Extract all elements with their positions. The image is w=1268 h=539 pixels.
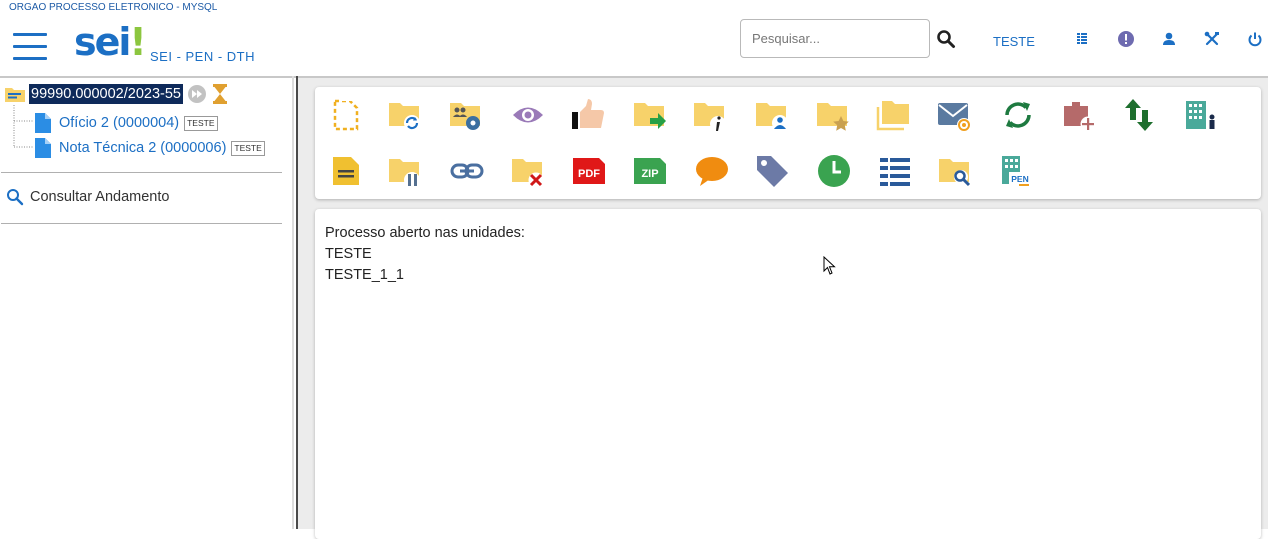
fast-forward-icon[interactable] <box>187 84 207 104</box>
system-subtitle: SEI - PEN - DTH <box>150 49 256 64</box>
up-down-arrows-icon[interactable] <box>1122 98 1156 132</box>
pdf-label: PDF <box>578 168 600 180</box>
note-icon[interactable] <box>329 154 363 188</box>
zip-icon[interactable]: ZIP <box>633 154 667 188</box>
process-info-panel: Processo aberto nas unidades: TESTE TEST… <box>315 209 1261 539</box>
org-title: ORGAO PROCESSO ELETRONICO - MYSQL <box>9 2 218 13</box>
unit-name: TESTE <box>325 246 372 262</box>
link-icon[interactable] <box>450 154 484 188</box>
tree-divider <box>1 223 282 224</box>
process-toolbar: PDF ZIP PEN <box>315 87 1261 199</box>
tree-connector <box>13 105 33 148</box>
document-icon[interactable] <box>35 138 51 158</box>
logo-bang: ! <box>129 20 146 64</box>
folder-reopen-icon[interactable] <box>387 98 421 132</box>
search-icon <box>7 189 24 206</box>
folder-pause-icon[interactable] <box>387 154 421 188</box>
document-icon[interactable] <box>35 113 51 133</box>
mouse-cursor-icon <box>823 256 836 275</box>
alert-icon[interactable] <box>1117 30 1135 48</box>
folder-users-config-icon[interactable] <box>448 98 482 132</box>
folder-user-icon[interactable] <box>754 98 788 132</box>
process-number[interactable]: 99990.000002/2023-55 <box>29 84 183 104</box>
pdf-icon[interactable]: PDF <box>572 154 606 188</box>
folder-open-icon[interactable] <box>4 85 26 103</box>
tree-document-item[interactable]: Ofício 2 (0000004) TESTE <box>35 112 218 134</box>
folder-remove-icon[interactable] <box>510 154 544 188</box>
logo-text: sei <box>74 20 131 64</box>
panel-splitter[interactable] <box>292 76 294 529</box>
folders-icon[interactable] <box>876 98 910 132</box>
document-link[interactable]: Nota Técnica 2 (0000006) <box>59 140 226 156</box>
consult-progress-link[interactable]: Consultar Andamento <box>6 188 169 206</box>
hourglass-icon <box>212 84 227 104</box>
building-person-icon[interactable] <box>1184 98 1218 132</box>
grid-icon[interactable] <box>1073 30 1091 48</box>
eye-icon[interactable] <box>511 98 545 132</box>
process-tree-root[interactable]: 99990.000002/2023-55 <box>4 83 227 105</box>
folder-search-icon[interactable] <box>937 154 971 188</box>
folder-send-icon[interactable] <box>632 98 666 132</box>
comment-icon[interactable] <box>695 154 729 188</box>
folder-star-icon[interactable] <box>815 98 849 132</box>
user-icon[interactable] <box>1160 30 1178 48</box>
sei-logo[interactable]: sei! <box>74 20 147 64</box>
add-block-icon[interactable] <box>1062 98 1096 132</box>
list-icon[interactable] <box>878 154 912 188</box>
tag-icon[interactable] <box>755 154 789 188</box>
search-icon[interactable] <box>936 29 956 49</box>
document-unit-tag: TESTE <box>184 115 218 131</box>
zip-label: ZIP <box>641 168 658 180</box>
sync-icon[interactable] <box>1001 98 1035 132</box>
tools-icon[interactable] <box>1203 30 1221 48</box>
power-icon[interactable] <box>1246 30 1264 48</box>
pen-building-icon[interactable]: PEN <box>999 154 1033 188</box>
pen-label: PEN <box>1011 174 1028 184</box>
tree-divider <box>1 172 282 173</box>
units-heading: Processo aberto nas unidades: <box>325 225 525 241</box>
new-document-icon[interactable] <box>329 98 363 132</box>
folder-info-icon[interactable] <box>692 98 726 132</box>
consult-progress-label[interactable]: Consultar Andamento <box>30 189 169 205</box>
clock-icon[interactable] <box>817 154 851 188</box>
thumbs-up-icon[interactable] <box>571 98 605 132</box>
document-unit-tag: TESTE <box>231 140 265 156</box>
email-icon[interactable] <box>937 98 971 132</box>
unit-selector[interactable]: TESTE <box>993 34 1035 49</box>
search-input[interactable] <box>740 19 930 58</box>
unit-name: TESTE_1_1 <box>325 267 404 283</box>
document-link[interactable]: Ofício 2 (0000004) <box>59 115 179 131</box>
menu-icon[interactable] <box>13 33 47 61</box>
tree-document-item[interactable]: Nota Técnica 2 (0000006) TESTE <box>35 137 265 159</box>
